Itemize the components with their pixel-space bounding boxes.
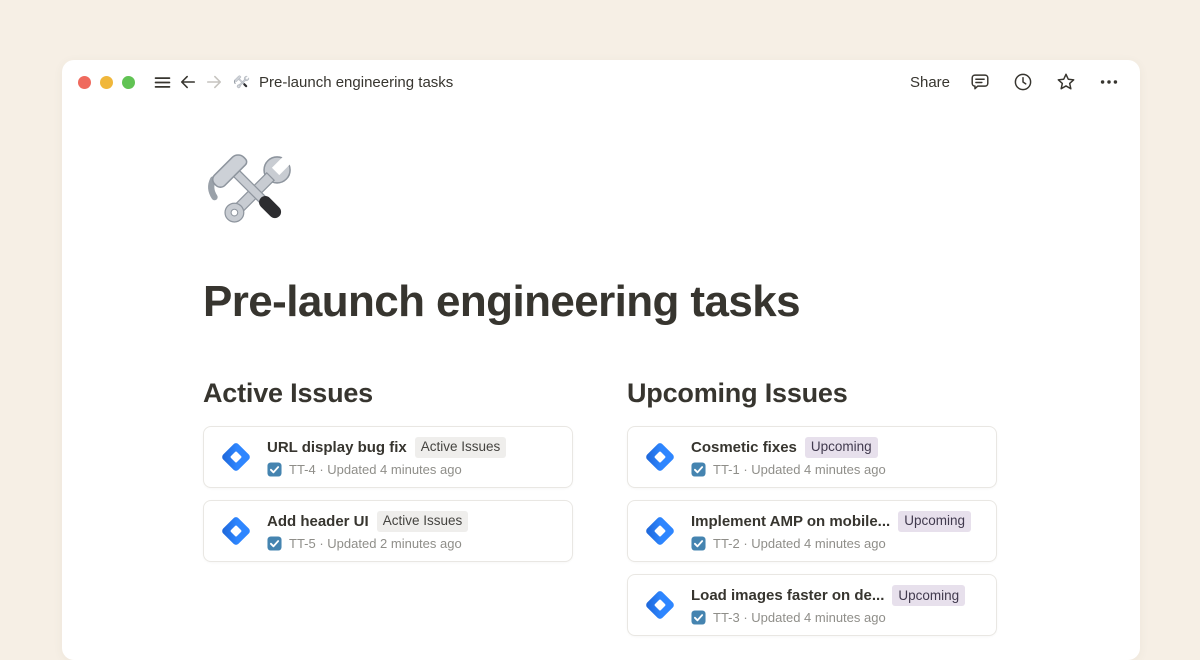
issue-title: Cosmetic fixes (691, 439, 797, 456)
back-arrow-icon (178, 72, 198, 92)
titlebar-actions: Share (910, 69, 1122, 95)
forward-arrow-icon (204, 72, 224, 92)
forward-button[interactable] (201, 69, 227, 95)
hamburger-icon (152, 72, 173, 93)
checked-checkbox-icon[interactable] (267, 536, 282, 551)
column-upcoming-issues: Upcoming Issues Cosmetic fixes Upcoming … (627, 378, 997, 649)
issue-meta: TT-5 · Updated 2 minutes ago (289, 536, 462, 551)
checked-checkbox-icon[interactable] (691, 610, 706, 625)
issue-status-tag: Upcoming (892, 585, 965, 606)
issue-meta: TT-1 · Updated 4 minutes ago (713, 462, 886, 477)
clock-icon (1012, 71, 1034, 93)
jira-icon (218, 439, 254, 475)
issue-card[interactable]: Load images faster on de... Upcoming TT-… (627, 574, 997, 636)
issue-meta: TT-3 · Updated 4 minutes ago (713, 610, 886, 625)
jira-icon (642, 587, 678, 623)
window-controls (78, 76, 135, 89)
issue-card[interactable]: Add header UI Active Issues TT-5 · Updat… (203, 500, 573, 562)
hammer-and-wrench-icon (233, 73, 252, 92)
issue-title: Add header UI (267, 513, 369, 530)
issue-status-tag: Active Issues (377, 511, 469, 532)
column-active-issues: Active Issues URL display bug fix Active… (203, 378, 573, 649)
issue-title: Load images faster on de... (691, 587, 884, 604)
favorite-button[interactable] (1053, 69, 1079, 95)
checked-checkbox-icon[interactable] (691, 462, 706, 477)
issue-card[interactable]: Cosmetic fixes Upcoming TT-1 · Updated 4… (627, 426, 997, 488)
page-content: Pre-launch engineering tasks Active Issu… (62, 104, 1140, 648)
jira-icon (642, 439, 678, 475)
jira-icon (218, 513, 254, 549)
app-window: Pre-launch engineering tasks Share Pre-l… (62, 60, 1140, 660)
issue-status-tag: Upcoming (805, 437, 878, 458)
minimize-window-button[interactable] (100, 76, 113, 89)
issue-meta: TT-4 · Updated 4 minutes ago (289, 462, 462, 477)
breadcrumb-page-title[interactable]: Pre-launch engineering tasks (259, 74, 453, 91)
close-window-button[interactable] (78, 76, 91, 89)
checked-checkbox-icon[interactable] (267, 462, 282, 477)
issue-status-tag: Upcoming (898, 511, 971, 532)
jira-icon (642, 513, 678, 549)
issue-columns: Active Issues URL display bug fix Active… (203, 378, 999, 649)
comments-button[interactable] (967, 69, 993, 95)
share-button[interactable]: Share (910, 74, 950, 91)
column-heading: Active Issues (203, 378, 573, 409)
checked-checkbox-icon[interactable] (691, 536, 706, 551)
comment-bubble-icon (969, 71, 991, 93)
page-title: Pre-launch engineering tasks (203, 277, 999, 328)
back-button[interactable] (175, 69, 201, 95)
star-icon (1055, 71, 1077, 93)
issue-card[interactable]: Implement AMP on mobile... Upcoming TT-2… (627, 500, 997, 562)
issue-status-tag: Active Issues (415, 437, 507, 458)
page-icon-hammer-and-wrench[interactable] (203, 140, 999, 244)
issue-title: URL display bug fix (267, 439, 407, 456)
issue-card[interactable]: URL display bug fix Active Issues TT-4 ·… (203, 426, 573, 488)
zoom-window-button[interactable] (122, 76, 135, 89)
issue-title: Implement AMP on mobile... (691, 513, 890, 530)
titlebar: Pre-launch engineering tasks Share (62, 60, 1140, 104)
ellipsis-icon (1098, 71, 1120, 93)
column-heading: Upcoming Issues (627, 378, 997, 409)
sidebar-toggle-button[interactable] (149, 69, 175, 95)
issue-meta: TT-2 · Updated 4 minutes ago (713, 536, 886, 551)
updates-button[interactable] (1010, 69, 1036, 95)
more-options-button[interactable] (1096, 69, 1122, 95)
